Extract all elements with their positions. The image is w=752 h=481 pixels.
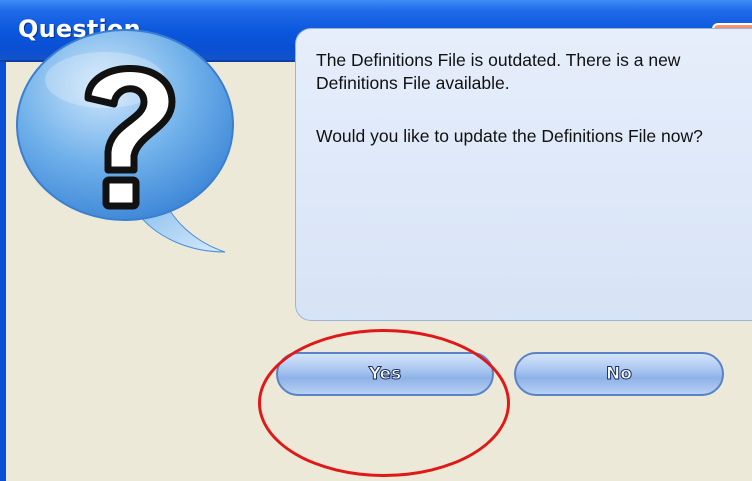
message-panel: The Definitions File is outdated. There … — [295, 28, 752, 321]
no-button[interactable]: No — [514, 352, 724, 396]
message-text: The Definitions File is outdated. There … — [316, 50, 681, 93]
window-border — [0, 62, 6, 481]
message-question: Would you like to update the Definitions… — [316, 126, 703, 146]
question-bubble-icon — [10, 20, 240, 260]
yes-button[interactable]: Yes — [276, 352, 494, 396]
